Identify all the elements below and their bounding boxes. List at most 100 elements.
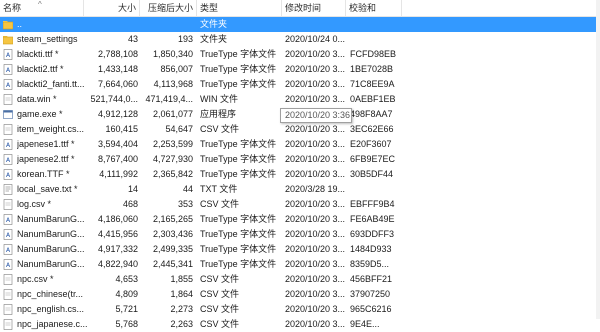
font-file-icon: A [3, 229, 13, 240]
file-compressed-size: 1,855 [170, 274, 193, 284]
column-header-bar: 名称 ^ 大小 压缩后大小 类型 修改时间 校验和 [0, 0, 600, 17]
file-crc: 1BE7028B [350, 64, 394, 74]
file-crc: 456BFF21 [350, 274, 393, 284]
file-row[interactable]: npc_english.cs... 5,721 2,273 CSV 文件 2020/10… [0, 302, 600, 317]
file-row[interactable]: Akorean.TTF * 4,111,992 2,365,842 TrueType … [0, 167, 600, 182]
column-header-crc[interactable]: 校验和 [346, 0, 402, 16]
vertical-scrollbar[interactable] [596, 0, 600, 319]
file-size: 4,111,992 [99, 169, 138, 179]
file-compressed-size: 1,864 [170, 289, 193, 299]
file-crc [350, 17, 400, 32]
column-header-size[interactable]: 大小 [84, 0, 140, 16]
file-row[interactable]: Ablackti2_fanti.tt... 7,664,060 4,113,968 T… [0, 77, 600, 92]
file-compressed-size: 856,007 [160, 64, 193, 74]
file-row[interactable]: A NanumBarunG... 4,822,940 2,445,341 TrueTyp… [0, 257, 600, 272]
file-compressed-size: 2,445,341 [152, 259, 193, 269]
file-crc: 9E4E... [350, 319, 380, 329]
font-file-icon: A [3, 154, 13, 165]
file-type: TrueType 字体文件 [200, 229, 277, 239]
file-compressed-size: 2,365,842 [152, 169, 193, 179]
file-compressed-size: 471,419,4... [145, 94, 193, 104]
font-file-icon: A [3, 259, 13, 270]
file-size: 4,653 [115, 274, 138, 284]
file-row[interactable]: Ajapenese1.ttf * 3,594,404 2,253,599 TrueTy… [0, 137, 600, 152]
file-size: 4,917,332 [97, 244, 138, 254]
file-size: 4,186,060 [97, 214, 138, 224]
file-size: 2,788,108 [97, 49, 138, 59]
file-type: TrueType 字体文件 [200, 244, 277, 254]
file-row[interactable]: local_save.txt * 14 44 TXT 文件 2020/3/28 19..… [0, 182, 600, 197]
column-header-name[interactable]: 名称 ^ [0, 0, 84, 16]
file-row[interactable]: Ablackti2.ttf * 1,433,148 856,007 TrueType … [0, 62, 600, 77]
file-icon [3, 304, 13, 315]
file-row[interactable]: data.win * 521,744,0... 471,419,4... WIN 文件… [0, 92, 600, 107]
file-crc: 6FB9E7EC [350, 154, 396, 164]
file-type: TrueType 字体文件 [200, 64, 277, 74]
file-icon [3, 199, 13, 210]
file-compressed-size: 193 [177, 34, 193, 44]
file-size: 160,415 [105, 124, 138, 134]
column-header-modified[interactable]: 修改时间 [282, 0, 346, 16]
file-type: CSV 文件 [200, 274, 240, 284]
tooltip-text: 2020/10/20 3:36 [285, 110, 351, 120]
file-compressed-size: 2,253,599 [152, 139, 193, 149]
column-header-compressed[interactable]: 压缩后大小 [140, 0, 197, 16]
file-crc: 37907250 [350, 289, 391, 299]
file-type: 文件夹 [200, 19, 228, 29]
file-row[interactable]: A NanumBarunG... 4,917,332 2,499,335 TrueTyp… [0, 242, 600, 257]
font-file-icon: A [3, 214, 13, 225]
folder-icon [2, 34, 14, 45]
file-size: 7,664,060 [97, 79, 138, 89]
font-file-icon: A [3, 64, 13, 75]
file-row[interactable]: .. 文件夹 [0, 17, 600, 32]
file-crc: 965C6216 [350, 304, 392, 314]
file-compressed-size: 2,499,335 [152, 244, 193, 254]
file-type: TrueType 字体文件 [200, 154, 277, 164]
file-compressed-size: 2,303,436 [152, 229, 193, 239]
file-crc: 8359D5... [350, 259, 390, 269]
column-header-crc-label: 校验和 [349, 3, 377, 13]
file-size: 4,912,128 [97, 109, 138, 119]
file-row[interactable]: npc.csv * 4,653 1,855 CSV 文件 2020/10/20 3...… [0, 272, 600, 287]
file-size: 3,594,404 [97, 139, 138, 149]
file-size: 4,415,956 [97, 229, 138, 239]
file-type: WIN 文件 [200, 94, 238, 104]
file-compressed-size: 2,263 [170, 319, 193, 329]
file-row[interactable]: npc_japanese.c... 5,768 2,263 CSV 文件 2020/10… [0, 317, 600, 332]
file-row[interactable]: A NanumBarunG... 4,415,956 2,303,436 TrueTyp… [0, 227, 600, 242]
file-row[interactable]: steam_settings 43 193 文件夹 2020/10/24 0... [0, 32, 600, 47]
file-row[interactable]: item_weight.cs... 160,415 54,647 CSV 文件 2020… [0, 122, 600, 137]
column-header-size-label: 大小 [117, 3, 136, 13]
file-type: 文件夹 [200, 34, 228, 44]
file-icon [3, 124, 13, 135]
file-type: CSV 文件 [200, 199, 240, 209]
file-row[interactable]: npc_chinese(tr... 4,809 1,864 CSV 文件 2020/10… [0, 287, 600, 302]
file-row[interactable]: Ajapenese2.ttf * 8,767,400 4,727,930 TrueTy… [0, 152, 600, 167]
file-type: TXT 文件 [200, 184, 238, 194]
file-compressed-size: 353 [177, 199, 193, 209]
file-row[interactable]: log.csv * 468 353 CSV 文件 2020/10/20 3... EBFF… [0, 197, 600, 212]
tooltip: 2020/10/20 3:36 [280, 108, 352, 123]
file-crc: 71C8EE9A [350, 79, 395, 89]
file-crc: E20F3607 [350, 139, 392, 149]
file-crc: 3EC62E66 [350, 124, 394, 134]
file-row[interactable]: A NanumBarunG... 4,186,060 2,165,265 TrueTyp… [0, 212, 600, 227]
file-size: 5,768 [115, 319, 138, 329]
file-crc [350, 32, 400, 47]
column-header-type[interactable]: 类型 [197, 0, 282, 16]
column-header-modified-label: 修改时间 [285, 3, 322, 13]
file-type: CSV 文件 [200, 124, 240, 134]
file-crc: FE6AB49E [350, 214, 395, 224]
file-crc: FCFD98EB [350, 49, 397, 59]
file-type: 应用程序 [200, 109, 237, 119]
file-size: 43 [127, 34, 138, 44]
sort-ascending-icon: ^ [38, 0, 42, 9]
file-row[interactable]: Ablackti.ttf * 2,788,108 1,850,340 TrueType… [0, 47, 600, 62]
file-compressed-size: 44 [182, 184, 193, 194]
file-icon [3, 274, 13, 285]
file-compressed-size: 2,061,077 [152, 109, 193, 119]
column-header-type-label: 类型 [200, 3, 219, 13]
file-size: 14 [127, 184, 138, 194]
file-size: 4,822,940 [97, 259, 138, 269]
file-type: TrueType 字体文件 [200, 169, 277, 179]
